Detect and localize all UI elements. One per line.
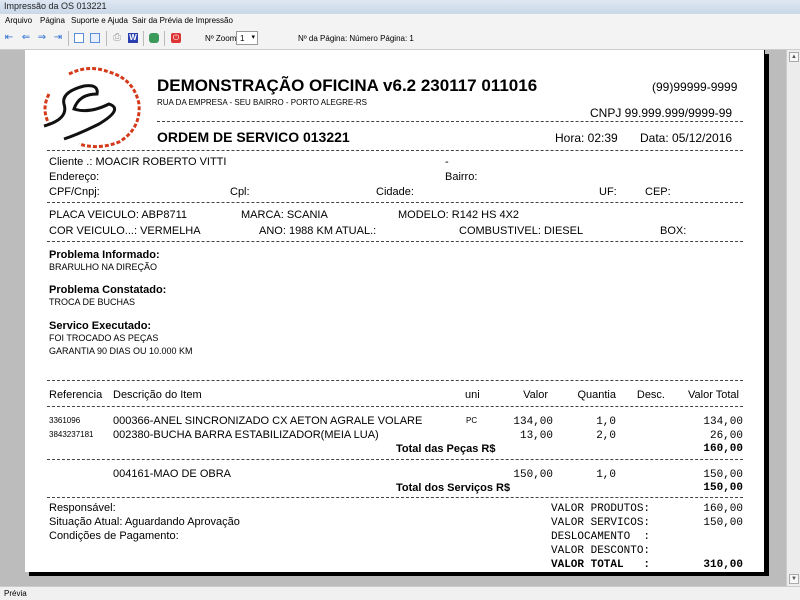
servico-label: Servico Executado:	[49, 320, 152, 332]
scroll-down-icon[interactable]: ▼	[789, 574, 799, 584]
zoom-value: 1	[240, 34, 245, 43]
summary-label: DESLOCAMENTO :	[551, 531, 651, 543]
service-desc: 004161-MAO DE OBRA	[113, 468, 231, 480]
toolbar: ⇤ ⇐ ⇒ ⇥ ⎙ W ⏻ Nº Zoom 1 ▾ Nº da Página: N…	[0, 28, 800, 50]
email-icon[interactable]	[149, 33, 159, 43]
servico-line-2: GARANTIA 90 DIAS OU 10.000 KM	[49, 346, 193, 356]
servico-line-1: FOI TROCADO AS PEÇAS	[49, 333, 159, 343]
col-valor: Valor	[523, 389, 548, 401]
cliente: Cliente .: MOACIR ROBERTO VITTI	[49, 156, 227, 168]
next-page-icon[interactable]: ⇒	[37, 33, 47, 43]
problema-constatado: TROCA DE BUCHAS	[49, 297, 136, 307]
modelo: MODELO: R142 HS 4X2	[398, 209, 520, 221]
placa: PLACA VEICULO: ABP8711	[49, 209, 187, 221]
responsavel: Responsável:	[49, 502, 116, 514]
window-title: Impressão da OS 013221	[0, 0, 800, 14]
total-pecas: 160,00	[703, 443, 743, 455]
problema-informado: BRARULHO NA DIREÇÃO	[49, 262, 158, 272]
col-referencia: Referencia	[49, 389, 103, 401]
page-info: Nº da Página: Número Página: 1	[298, 34, 414, 43]
col-quantia: Quantia	[577, 389, 616, 401]
cliente-dash: -	[445, 156, 449, 168]
item-ref: 3843237181	[49, 430, 94, 439]
first-page-icon[interactable]: ⇤	[4, 33, 14, 43]
menu-arquivo[interactable]: Arquivo	[5, 16, 32, 25]
col-desc: Desc.	[636, 389, 665, 401]
two-pages-icon[interactable]	[90, 33, 100, 43]
company-phone: (99)99999-9999	[652, 80, 738, 94]
item-valor: 13,00	[519, 430, 553, 442]
col-valor-total: Valor Total	[688, 389, 739, 401]
chevron-down-icon: ▾	[251, 34, 255, 41]
zoom-select[interactable]: 1 ▾	[236, 31, 258, 45]
service-total: 150,00	[703, 469, 743, 481]
menu-bar: Arquivo Página Suporte e Ajuda Sair da P…	[0, 14, 800, 28]
service-qtd: 1,0	[596, 469, 616, 481]
marca: MARCA: SCANIA	[241, 209, 328, 221]
endereco: Endereço:	[49, 171, 100, 183]
os-hora: Hora: 02:39	[555, 131, 618, 145]
cpf: CPF/Cnpj:	[49, 186, 100, 198]
summary-label: VALOR PRODUTOS:	[551, 503, 651, 515]
summary-label: VALOR DESCONTO:	[551, 545, 651, 557]
cep: CEP:	[645, 186, 671, 198]
status-bar: Prévia	[0, 586, 800, 600]
vertical-scrollbar[interactable]: ▲ ▼	[786, 50, 800, 586]
item-total: 134,00	[703, 416, 743, 428]
menu-sair-previa[interactable]: Sair da Prévia de Impressão	[132, 16, 233, 25]
total-pecas-label: Total das Peças R$	[396, 443, 496, 455]
service-valor: 150,00	[513, 469, 553, 481]
combustivel: COMBUSTIVEL: DIESEL	[459, 225, 584, 237]
item-total: 26,00	[709, 430, 743, 442]
item-desc: 000366-ANEL SINCRONIZADO CX AETON AGRALE…	[113, 415, 423, 427]
item-ref: 3361096	[49, 416, 81, 425]
uf: UF:	[599, 186, 617, 198]
word-export-icon[interactable]: W	[128, 33, 138, 43]
os-title: ORDEM DE SERVICO 013221	[157, 129, 350, 145]
col-descricao: Descrição do Item	[113, 389, 202, 401]
item-qtd: 2,0	[596, 430, 616, 442]
situacao: Situação Atual: Aguardando Aprovação	[49, 516, 240, 528]
scroll-up-icon[interactable]: ▲	[789, 52, 799, 62]
summary-value: 160,00	[703, 503, 743, 515]
summary-value-total: 310,00	[703, 559, 743, 571]
summary-label: VALOR SERVICOS:	[551, 517, 651, 529]
zoom-label: Nº Zoom	[205, 34, 237, 43]
menu-suporte[interactable]: Suporte e Ajuda	[71, 16, 128, 25]
problema-constatado-label: Problema Constatado:	[49, 284, 167, 296]
cidade: Cidade:	[376, 186, 414, 198]
condicoes-pagamento: Condições de Pagamento:	[49, 530, 179, 542]
ano: ANO: 1988 KM ATUAL.:	[259, 225, 377, 237]
company-name: DEMONSTRAÇÃO OFICINA v6.2 230117 011016	[157, 76, 538, 95]
cor: COR VEICULO...: VERMELHA	[49, 225, 201, 237]
problema-informado-label: Problema Informado:	[49, 249, 160, 261]
total-servicos-label: Total dos Serviços R$	[396, 482, 511, 494]
company-logo	[43, 67, 141, 149]
total-servicos: 150,00	[703, 482, 743, 494]
close-preview-icon[interactable]: ⏻	[171, 33, 181, 43]
report-page: DEMONSTRAÇÃO OFICINA v6.2 230117 011016 …	[25, 50, 765, 572]
prev-page-icon[interactable]: ⇐	[21, 33, 31, 43]
company-address: RUA DA EMPRESA - SEU BAIRRO - PORTO ALEG…	[157, 98, 367, 107]
menu-pagina[interactable]: Página	[40, 16, 65, 25]
last-page-icon[interactable]: ⇥	[53, 33, 63, 43]
summary-value: 150,00	[703, 517, 743, 529]
item-uni: PC	[466, 416, 478, 425]
os-data: Data: 05/12/2016	[640, 131, 733, 145]
item-qtd: 1,0	[596, 416, 616, 428]
company-cnpj: CNPJ 99.999.999/9999-99	[590, 106, 733, 120]
bairro: Bairro:	[445, 171, 478, 183]
single-page-icon[interactable]	[74, 33, 84, 43]
col-uni: uni	[465, 389, 480, 401]
print-icon[interactable]: ⎙	[112, 33, 122, 43]
item-valor: 134,00	[513, 416, 553, 428]
cpl: Cpl:	[230, 186, 250, 198]
box: BOX:	[660, 225, 687, 237]
item-desc: 002380-BUCHA BARRA ESTABILIZADOR(MEIA LU…	[113, 429, 379, 441]
summary-label-total: VALOR TOTAL :	[551, 559, 651, 571]
